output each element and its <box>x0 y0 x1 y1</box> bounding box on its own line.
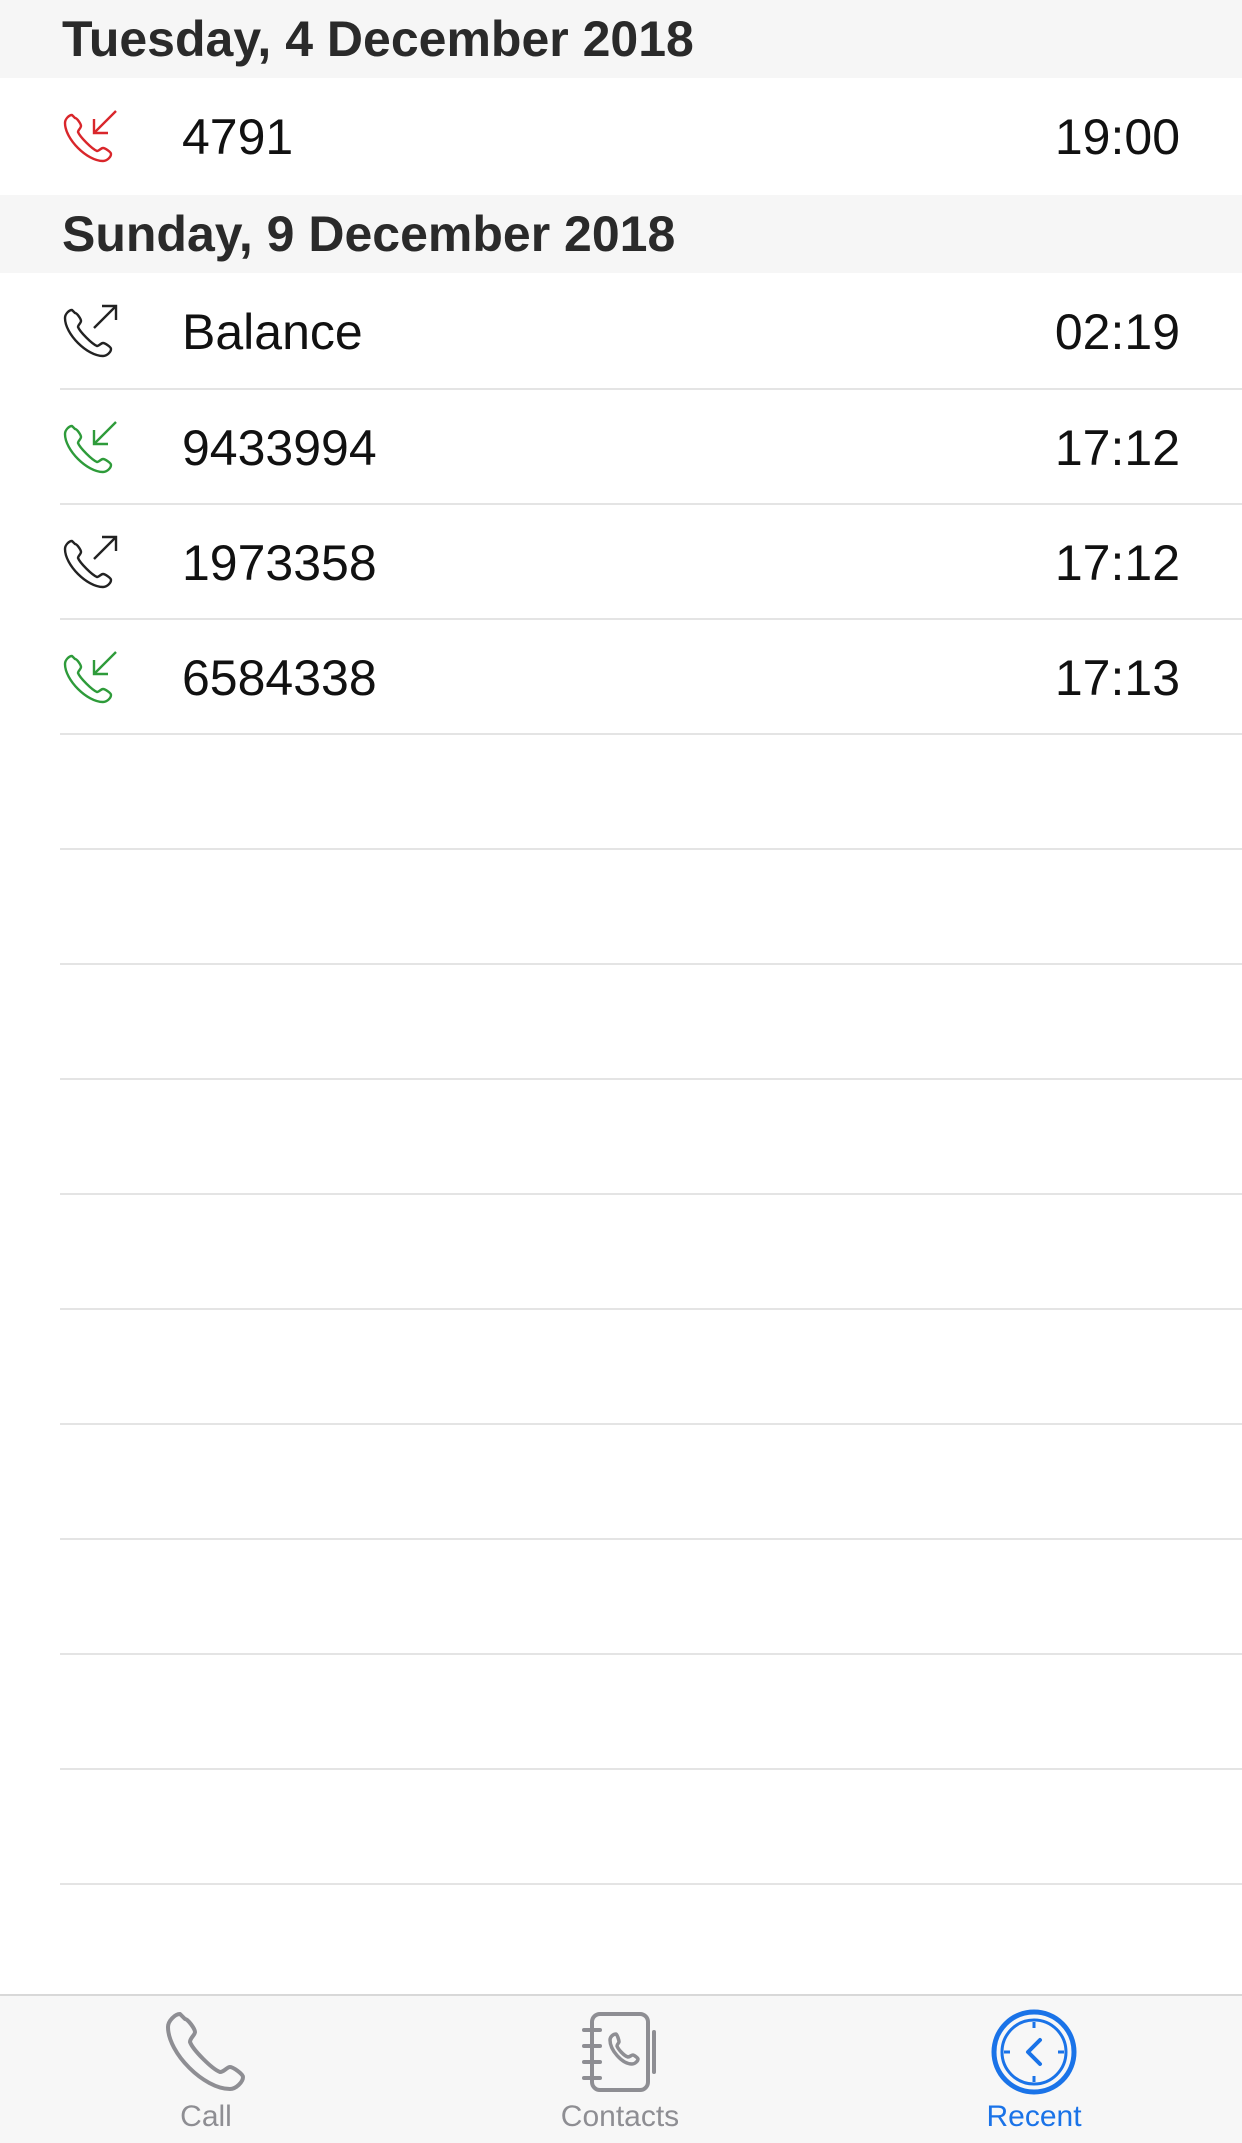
row-separator <box>60 1883 1242 1885</box>
call-number: 4791 <box>182 108 294 165</box>
empty-row <box>0 1080 1242 1195</box>
empty-row <box>0 735 1242 850</box>
phone-missed-icon <box>63 109 117 162</box>
tab-bar: Call Contacts Recent <box>0 1994 1242 2143</box>
call-row[interactable]: 9433994 17:12 <box>0 390 1242 505</box>
empty-row <box>0 1770 1242 1885</box>
call-time: 19:00 <box>1054 108 1180 165</box>
tab-label: Call <box>180 2100 232 2133</box>
call-row[interactable]: 6584338 17:13 <box>0 620 1242 735</box>
tab-call[interactable]: Call <box>86 1996 326 2143</box>
tab-contacts[interactable]: Contacts <box>500 1996 740 2143</box>
call-time: 17:12 <box>1054 534 1180 591</box>
section-header-date: Tuesday, 4 December 2018 <box>0 0 1242 78</box>
empty-row <box>0 965 1242 1080</box>
phone-outgoing-icon <box>63 535 118 588</box>
phone-incoming-icon <box>63 420 117 473</box>
empty-row <box>0 1310 1242 1425</box>
contacts-book-icon <box>582 2012 656 2092</box>
call-number: 6584338 <box>182 649 377 706</box>
call-number: 1973358 <box>182 534 377 591</box>
empty-row <box>0 1655 1242 1770</box>
tab-label: Contacts <box>560 2100 680 2133</box>
empty-row <box>0 1540 1242 1655</box>
empty-row <box>0 1425 1242 1540</box>
section-header-date: Sunday, 9 December 2018 <box>0 195 1242 273</box>
tab-label: Recent <box>986 2100 1082 2133</box>
call-time: 02:19 <box>1054 303 1180 360</box>
phone-incoming-icon <box>63 650 117 703</box>
clock-icon <box>991 2009 1077 2095</box>
recents-screen: Tuesday, 4 December 2018 4791 19:00 Sund… <box>0 0 1242 2143</box>
call-number: Balance <box>182 303 363 360</box>
call-time: 17:13 <box>1054 649 1180 706</box>
call-number: 9433994 <box>182 419 377 476</box>
call-row[interactable]: 1973358 17:12 <box>0 505 1242 620</box>
empty-row <box>0 1195 1242 1310</box>
tab-recent[interactable]: Recent <box>914 1996 1154 2143</box>
empty-row <box>0 850 1242 965</box>
phone-outgoing-icon <box>63 304 118 357</box>
call-row[interactable]: 4791 19:00 <box>0 78 1242 195</box>
phone-icon <box>166 2012 245 2091</box>
call-time: 17:12 <box>1054 419 1180 476</box>
call-row[interactable]: Balance 02:19 <box>0 273 1242 390</box>
recent-calls-list: Tuesday, 4 December 2018 4791 19:00 Sund… <box>0 0 1242 1885</box>
